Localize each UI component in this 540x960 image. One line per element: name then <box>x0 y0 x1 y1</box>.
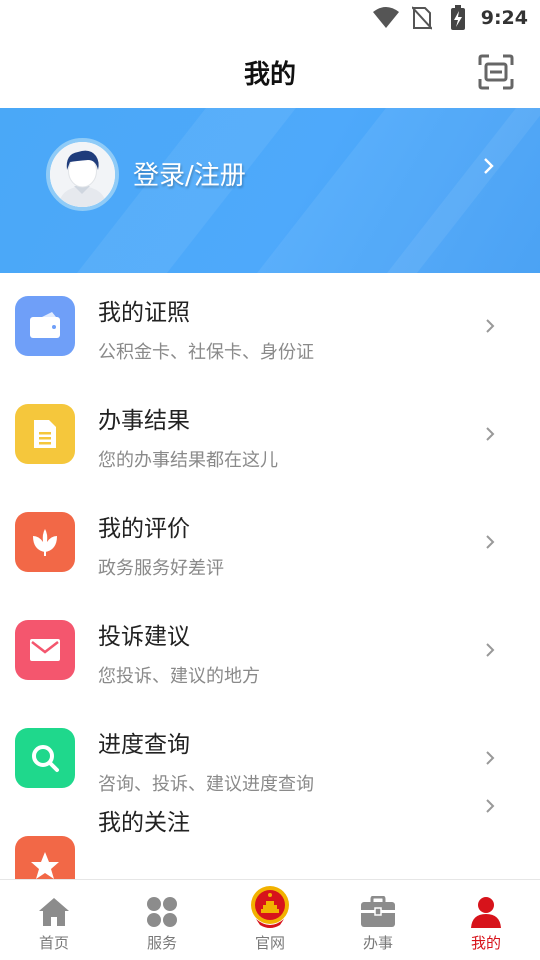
flower-icon <box>15 512 75 572</box>
wifi-icon <box>372 5 399 31</box>
avatar-icon[interactable] <box>46 138 119 211</box>
menu-item-title: 我的评价 <box>98 516 190 542</box>
menu-item-subtitle: 咨询、投诉、建议进度查询 <box>98 774 314 795</box>
document-icon <box>15 404 75 464</box>
menu-item-results[interactable]: 办事结果 您的办事结果都在这儿 <box>0 381 540 489</box>
chevron-right-icon <box>484 317 496 335</box>
tab-affairs[interactable]: 办事 <box>324 880 432 960</box>
menu-item-complaints[interactable]: 投诉建议 您投诉、建议的地方 <box>0 597 540 705</box>
menu-item-progress[interactable]: 进度查询 咨询、投诉、建议进度查询 <box>0 705 540 813</box>
menu-item-title: 我的证照 <box>98 300 190 326</box>
briefcase-icon <box>360 894 396 930</box>
status-bar: 9:24 <box>0 0 540 36</box>
menu-item-title: 我的关注 <box>98 810 190 836</box>
menu-item-subtitle: 公积金卡、社保卡、身份证 <box>98 342 314 363</box>
login-register-link[interactable]: 登录/注册 <box>133 155 246 192</box>
tab-mine[interactable]: 我的 <box>432 880 540 960</box>
chevron-right-icon <box>484 797 496 815</box>
chevron-right-icon <box>484 749 496 767</box>
page-title: 我的 <box>243 59 296 90</box>
scan-icon[interactable] <box>478 54 514 90</box>
menu-item-title: 办事结果 <box>98 408 190 434</box>
chevron-right-icon <box>484 425 496 443</box>
star-icon <box>15 836 75 879</box>
status-time: 9:24 <box>480 7 528 29</box>
tab-label: 服务 <box>146 934 177 952</box>
menu-item-subtitle: 您的办事结果都在这儿 <box>98 450 278 471</box>
tab-label: 官网 <box>254 934 285 952</box>
chevron-right-icon <box>484 641 496 659</box>
chevron-right-icon <box>484 533 496 551</box>
tab-home[interactable]: 首页 <box>0 880 108 960</box>
menu-item-subtitle: 您投诉、建议的地方 <box>98 666 260 687</box>
tab-label: 办事 <box>362 934 393 952</box>
menu-item-reviews[interactable]: 我的评价 政务服务好差评 <box>0 489 540 597</box>
search-icon <box>15 728 75 788</box>
battery-charging-icon <box>445 5 471 31</box>
no-sim-icon <box>409 5 435 31</box>
chevron-right-icon[interactable] <box>482 156 496 176</box>
menu-item-subtitle: 政务服务好差评 <box>98 558 224 579</box>
national-emblem-icon <box>250 885 290 929</box>
tab-official-site[interactable]: 官网 <box>216 880 324 960</box>
menu-item-certificates[interactable]: 我的证照 公积金卡、社保卡、身份证 <box>0 273 540 381</box>
menu-item-title: 进度查询 <box>98 732 190 758</box>
bottom-tab-bar: 首页 服务 官网 办事 我的 <box>0 879 540 960</box>
tab-label: 首页 <box>38 934 69 952</box>
menu-item-following[interactable]: 我的关注 <box>0 799 540 879</box>
menu-list: 我的证照 公积金卡、社保卡、身份证 办事结果 您的办事结果都在这儿 我的评价 政… <box>0 273 540 879</box>
tab-label: 我的 <box>470 934 501 952</box>
menu-item-title: 投诉建议 <box>98 624 190 650</box>
grid-icon <box>144 894 180 930</box>
home-icon <box>36 894 72 930</box>
tab-services[interactable]: 服务 <box>108 880 216 960</box>
app-header: 我的 <box>0 36 540 108</box>
wallet-icon <box>15 296 75 356</box>
profile-banner[interactable]: 登录/注册 <box>0 108 540 273</box>
mail-icon <box>15 620 75 680</box>
person-icon <box>468 894 504 930</box>
